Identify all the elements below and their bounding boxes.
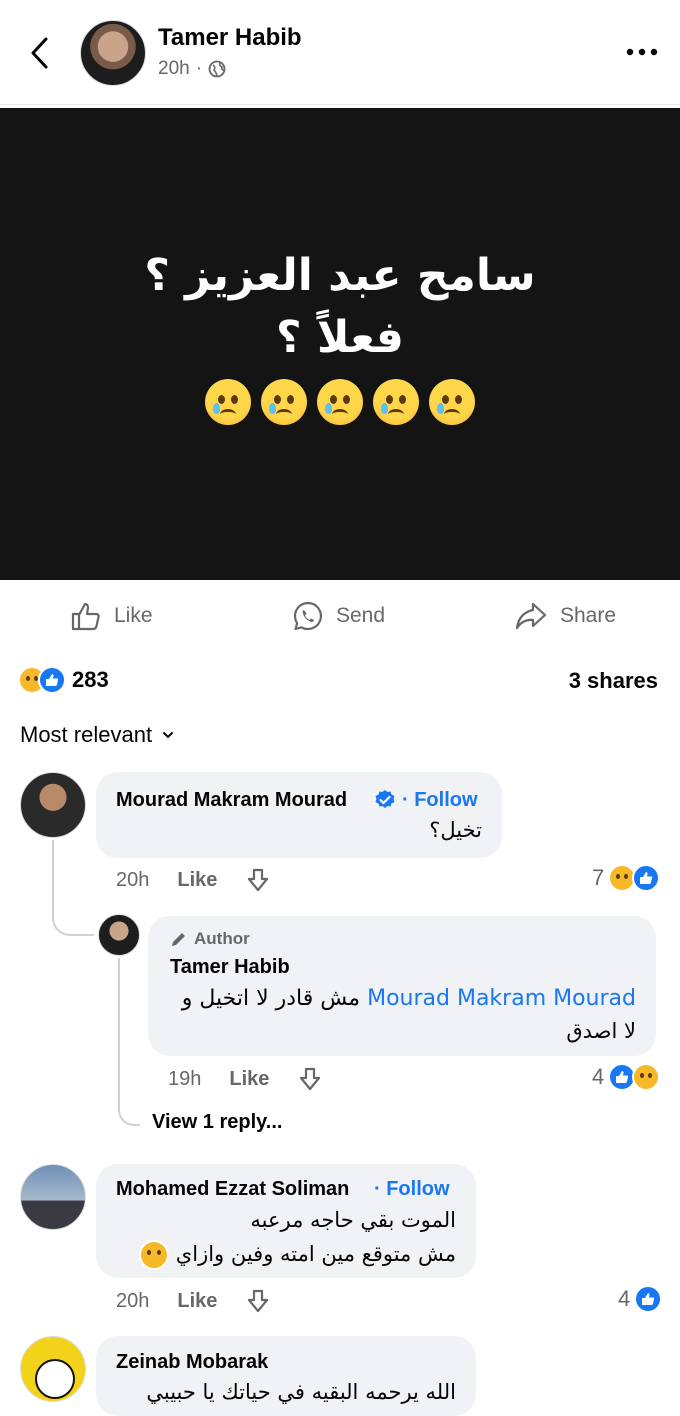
thread-connector xyxy=(52,840,94,936)
downvote-icon[interactable] xyxy=(297,1066,323,1092)
commenter-name[interactable]: Mohamed Ezzat Soliman xyxy=(116,1178,349,1201)
back-arrow-icon[interactable] xyxy=(26,36,56,70)
share-button[interactable]: Share xyxy=(514,596,616,636)
crying-face-emoji xyxy=(205,379,251,426)
reply-reactions[interactable]: 4 xyxy=(592,1063,661,1091)
comment-bubble[interactable] xyxy=(96,1336,476,1416)
send-button[interactable]: Send xyxy=(292,596,385,636)
post-text-line2: فعلاً ؟ xyxy=(276,312,404,363)
reply-avatar[interactable] xyxy=(98,914,140,956)
downvote-icon[interactable] xyxy=(245,1288,271,1314)
share-arrow-icon xyxy=(515,602,547,630)
thumbs-up-icon xyxy=(71,602,100,631)
reply-time: 19h xyxy=(168,1067,202,1090)
meta-separator: · xyxy=(195,58,203,79)
verified-badge-icon xyxy=(374,789,396,816)
author-avatar[interactable] xyxy=(80,20,146,86)
commenter-name[interactable]: Zeinab Mobarak xyxy=(116,1351,268,1374)
post-time: 20h xyxy=(158,58,190,79)
sort-label: Most relevant xyxy=(20,722,153,747)
crying-face-emoji xyxy=(373,379,419,426)
reactions-summary[interactable]: 283 xyxy=(18,666,109,694)
pen-icon xyxy=(172,933,185,946)
like-button[interactable]: Like xyxy=(70,596,153,636)
disappointed-face-emoji xyxy=(139,1240,170,1270)
like-reaction-icon xyxy=(38,666,66,694)
like-reaction-icon xyxy=(634,1285,663,1313)
author-badge-label: Author xyxy=(194,929,250,948)
comment-text-line2: مش متوقع مين امته وفين وازاي xyxy=(116,1240,456,1270)
share-label: Share xyxy=(560,604,617,627)
comment-reactions[interactable]: 4 xyxy=(618,1285,663,1313)
commenter-avatar[interactable] xyxy=(20,1336,86,1402)
post-text-line1: سامح عبد العزيز ؟ xyxy=(144,250,536,301)
author-name[interactable]: Tamer Habib xyxy=(158,24,302,52)
chevron-down-icon xyxy=(163,732,174,739)
mention-link[interactable]: Mourad Makram Mourad xyxy=(367,986,636,1011)
follow-button[interactable]: · Follow xyxy=(402,789,478,812)
comment-text: تخيل؟ xyxy=(429,818,482,842)
follow-button[interactable]: · Follow xyxy=(374,1178,450,1201)
sad-reaction-icon xyxy=(632,1063,661,1091)
comment-reaction-count: 7 xyxy=(592,865,605,890)
like-label: Like xyxy=(114,604,153,627)
whatsapp-icon xyxy=(293,601,323,631)
globe-icon xyxy=(208,60,226,78)
commenter-avatar[interactable] xyxy=(20,772,86,838)
post-emojis xyxy=(0,376,680,426)
reaction-count: 283 xyxy=(72,667,109,692)
post-meta: 20h · xyxy=(158,58,226,80)
reply-thread-connector xyxy=(118,958,140,1126)
reply-text-line2: لا اصدق xyxy=(566,1019,636,1043)
crying-face-emoji xyxy=(429,379,475,426)
comment-time: 20h xyxy=(116,1289,150,1312)
commenter-name[interactable]: Mourad Makram Mourad xyxy=(116,789,347,812)
crying-face-emoji xyxy=(317,379,363,426)
reply-meta: 19h Like xyxy=(168,1066,323,1092)
comment-like-button[interactable]: Like xyxy=(177,869,217,892)
comment-text: الله يرحمه البقيه في حياتك يا حبيبي xyxy=(146,1380,456,1404)
post-actions: Like Send Share xyxy=(0,596,680,636)
shares-count[interactable]: 3 shares xyxy=(569,668,658,694)
like-reaction-icon xyxy=(632,864,661,892)
send-label: Send xyxy=(336,604,386,627)
comment-text-line1: الموت بقي حاجه مرعبه xyxy=(250,1208,456,1232)
reply-like-button[interactable]: Like xyxy=(229,1068,269,1091)
downvote-icon[interactable] xyxy=(245,867,271,893)
reply-text-line1: Mourad Makram Mourad مش قادر لا اتخيل و xyxy=(181,986,636,1011)
comment-reactions[interactable]: 7 xyxy=(592,864,661,892)
comment-bubble[interactable] xyxy=(96,772,502,858)
comment-reaction-count: 4 xyxy=(618,1286,631,1311)
reply-author-name[interactable]: Tamer Habib xyxy=(170,956,290,979)
more-options-icon[interactable] xyxy=(624,40,660,64)
author-badge: Author xyxy=(170,929,250,949)
comment-time: 20h xyxy=(116,868,150,891)
commenter-avatar[interactable] xyxy=(20,1164,86,1230)
view-replies-link[interactable]: View 1 reply... xyxy=(152,1111,282,1134)
comment-meta: 20h Like xyxy=(116,867,271,893)
crying-face-emoji xyxy=(261,379,307,426)
comment-meta: 20h Like xyxy=(116,1288,271,1314)
comment-sort-dropdown[interactable]: Most relevant xyxy=(20,722,174,748)
comment-like-button[interactable]: Like xyxy=(177,1290,217,1313)
post-header: Tamer Habib 20h · xyxy=(0,0,680,105)
reply-reaction-count: 4 xyxy=(592,1064,605,1089)
